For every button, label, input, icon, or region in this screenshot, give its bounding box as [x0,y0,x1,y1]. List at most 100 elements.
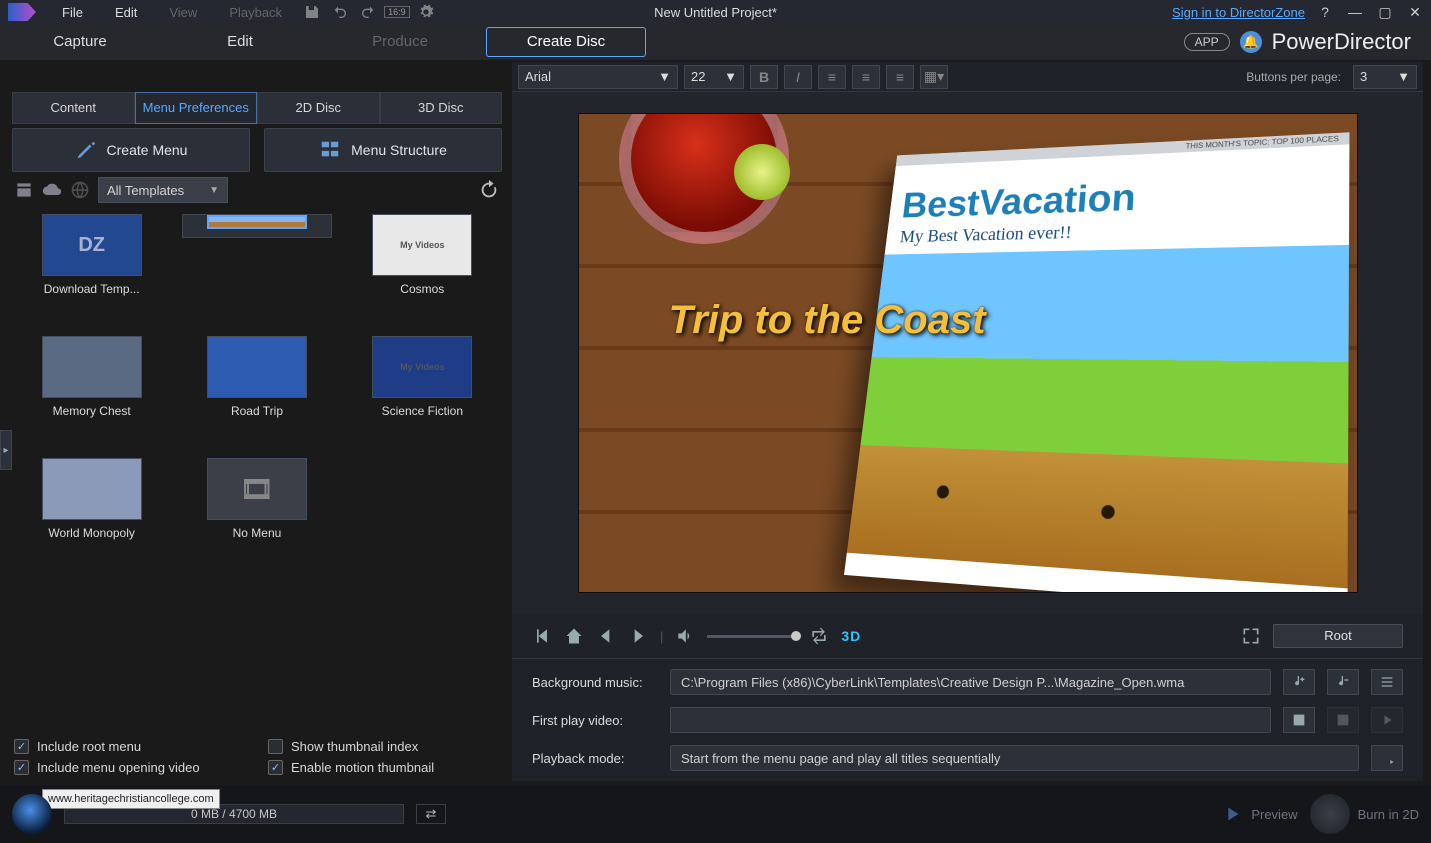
playback-mode-field[interactable]: Start from the menu page and play all ti… [670,745,1359,771]
root-button[interactable]: Root [1273,624,1403,648]
settings-gear-icon[interactable] [418,4,434,20]
menu-structure-button[interactable]: Menu Structure [264,128,502,172]
template-item[interactable]: DZDownload Temp... [17,214,167,326]
text-toolbar: Arial▼ 22▼ B I ≡ ≡ ≡ ▦▾ Buttons per page… [512,62,1423,92]
redo-icon[interactable] [360,4,376,20]
template-thumb: DZ [42,214,142,276]
chk-root-label: Include root menu [37,739,141,754]
template-grid[interactable]: DZDownload Temp... Best Vacation G... My V… [12,208,502,772]
mode-create-disc[interactable]: Create Disc [486,27,646,57]
chk-opening-video[interactable]: ✓Include menu opening video [14,760,248,775]
font-size-value: 22 [691,69,705,84]
plus-note-icon [1291,674,1307,690]
template-item[interactable]: 🎞 No Menu [182,458,332,570]
chk-include-root[interactable]: ✓Include root menu [14,739,248,754]
burn-action[interactable]: Burn in 2D [1310,794,1419,834]
globe-icon[interactable] [70,180,90,200]
subtab-3d-disc[interactable]: 3D Disc [380,92,503,124]
app-pill[interactable]: APP [1184,33,1230,51]
save-icon[interactable] [304,4,320,20]
aspect-ratio-icon[interactable]: 16:9 [384,6,410,18]
chk-thumb-label: Show thumbnail index [291,739,418,754]
font-select[interactable]: Arial▼ [518,65,678,89]
subtab-2d-disc[interactable]: 2D Disc [257,92,380,124]
align-center-button[interactable]: ≡ [852,65,880,89]
template-item[interactable]: My VideosCosmos [347,214,497,326]
templates-filter-dropdown[interactable]: All Templates ▼ [98,177,228,203]
bg-music-field[interactable]: C:\Program Files (x86)\CyberLink\Templat… [670,669,1271,695]
menu-preview[interactable]: THIS MONTH'S TOPIC: TOP 100 PLACES BestV… [578,113,1358,593]
undo-icon[interactable] [332,4,348,20]
loop-icon[interactable] [809,626,829,646]
step-fwd-icon[interactable] [628,626,648,646]
3d-toggle[interactable]: 3D [841,628,861,644]
template-item[interactable]: My VideosScience Fiction [347,336,497,448]
layout-button[interactable]: ▦▾ [920,65,948,89]
import-icon[interactable] [14,180,34,200]
fpv-remove-button[interactable] [1327,707,1359,733]
buttons-per-page-select[interactable]: 3▼ [1353,65,1417,89]
filter-row: All Templates ▼ [12,172,502,208]
template-item[interactable]: Memory Chest [17,336,167,448]
overlay-title[interactable]: Trip to the Coast [669,298,986,343]
expand-handle[interactable]: ▸ [0,430,12,470]
italic-button[interactable]: I [784,65,812,89]
notifications-bell-icon[interactable]: 🔔 [1240,31,1262,53]
chk-thumb-index[interactable]: Show thumbnail index [268,739,502,754]
preview-action[interactable]: Preview [1221,803,1297,825]
mode-edit[interactable]: Edit [160,24,320,60]
template-label: Science Fiction [382,404,463,418]
remove-music-button[interactable] [1327,669,1359,695]
playback-mode-button[interactable] [1371,745,1403,771]
font-size-select[interactable]: 22▼ [684,65,744,89]
minimize-icon[interactable]: — [1345,2,1365,22]
create-menu-button[interactable]: Create Menu [12,128,250,172]
fpv-browse-button[interactable] [1283,707,1315,733]
template-item[interactable]: World Monopoly [17,458,167,570]
volume-knob[interactable] [791,631,801,641]
bold-button[interactable]: B [750,65,778,89]
align-right-button[interactable]: ≡ [886,65,914,89]
template-label: No Menu [233,526,282,540]
align-left-button[interactable]: ≡ [818,65,846,89]
template-thumb [207,336,307,398]
add-music-button[interactable] [1283,669,1315,695]
maximize-icon[interactable]: ▢ [1375,2,1395,22]
menu-edit[interactable]: Edit [101,2,151,23]
subtab-menu-preferences[interactable]: Menu Preferences [135,92,258,124]
menu-file[interactable]: File [48,2,97,23]
template-item[interactable]: Road Trip [182,336,332,448]
playback-mode-label: Playback mode: [532,751,658,766]
close-icon[interactable]: ✕ [1405,2,1425,22]
structure-icon [319,139,341,161]
templates-filter-label: All Templates [107,183,184,198]
home-icon[interactable] [564,626,584,646]
help-icon[interactable]: ? [1315,2,1335,22]
mode-produce[interactable]: Produce [320,24,480,60]
film-minus-icon [1335,712,1351,728]
play-icon [1221,803,1243,825]
template-item[interactable]: Best Vacation G... [182,214,332,238]
cloud-icon[interactable] [42,180,62,200]
mode-capture[interactable]: Capture [0,24,160,60]
template-thumb [42,336,142,398]
bg-music-label: Background music: [532,675,658,690]
music-settings-button[interactable] [1371,669,1403,695]
volume-icon[interactable] [675,626,695,646]
template-thumb [42,458,142,520]
signin-link[interactable]: Sign in to DirectorZone [1172,5,1305,20]
prev-chapter-icon[interactable] [532,626,552,646]
refresh-icon[interactable] [478,179,500,201]
disc-icon [12,794,52,834]
template-thumb: 🎞 [207,458,307,520]
menubar: File Edit View Playback 16:9 New Untitle… [0,0,1431,24]
fullscreen-icon[interactable] [1241,626,1261,646]
subtab-content[interactable]: Content [12,92,135,124]
create-menu-label: Create Menu [107,142,188,158]
fpv-field[interactable] [670,707,1271,733]
step-back-icon[interactable] [596,626,616,646]
swap-icon[interactable]: ⇄ [416,804,446,824]
volume-slider[interactable] [707,635,797,638]
fpv-play-button[interactable] [1371,707,1403,733]
chk-motion-thumb[interactable]: ✓Enable motion thumbnail [268,760,502,775]
